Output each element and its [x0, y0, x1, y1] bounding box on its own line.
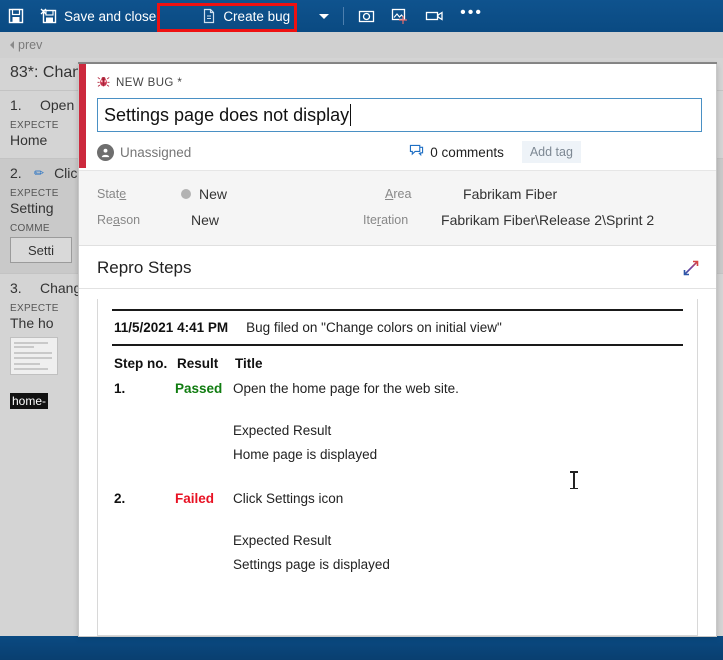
bug-header: NEW BUG * Settings page does not display… [79, 64, 716, 170]
column-title: Title [235, 356, 263, 371]
column-step-no: Step no. [114, 356, 168, 371]
repro-step-expected-label: Expected Result [233, 423, 332, 438]
bug-type-row: NEW BUG * [97, 74, 702, 92]
repro-step-number: 2. [114, 491, 126, 506]
iteration-value-label: Fabrikam Fiber\Release 2\Sprint 2 [441, 212, 655, 228]
pencil-icon: ✏ [34, 166, 45, 180]
repro-step-number: 1. [114, 381, 126, 396]
attachment-filename: home- [10, 393, 49, 409]
camera-icon [358, 8, 375, 24]
reason-value-label: New [191, 212, 220, 228]
breadcrumb[interactable]: prev [0, 32, 723, 58]
iteration-field-label: Iteration [363, 213, 409, 227]
create-bug-label: Create bug [223, 8, 291, 24]
field-row-reason-iteration: Reason New Iteration Fabrikam Fiber\Rele… [79, 207, 716, 233]
repro-step-content: Open the home page for the web site. Exp… [233, 381, 683, 471]
area-value-label: Fabrikam Fiber [463, 186, 558, 202]
toolbar-separator [343, 7, 345, 25]
more-options-button[interactable]: ••• [452, 0, 491, 32]
record-screen-button[interactable] [417, 0, 452, 32]
save-icon [8, 8, 24, 24]
area-field-value[interactable]: Fabrikam Fiber [463, 186, 557, 202]
repro-step-expected-value: Home page is displayed [233, 447, 378, 462]
state-field-value[interactable]: New [181, 186, 227, 202]
repro-step-content: Click Settings icon Expected Result Sett… [233, 491, 683, 581]
background-step-number: 2. [10, 165, 22, 181]
repro-step-expected-label: Expected Result [233, 533, 332, 548]
chevron-down-icon[interactable] [319, 13, 330, 19]
capture-screenshot-button[interactable] [350, 0, 383, 32]
create-bug-button[interactable]: Create bug [194, 0, 337, 32]
main-toolbar: Save and close Create bug ••• [0, 0, 723, 32]
background-step-number: 1. [10, 97, 22, 113]
bug-icon [97, 75, 110, 91]
assignee-label: Unassigned [120, 144, 192, 160]
repro-steps-header: Repro Steps [79, 246, 716, 289]
attachment-thumbnail [10, 337, 58, 375]
repro-step-action: Open the home page for the web site. [233, 381, 459, 396]
bug-title-input[interactable]: Settings page does not display [97, 98, 702, 132]
person-icon [97, 143, 114, 161]
reason-field-label: Reason [97, 213, 141, 227]
repro-step-action: Click Settings icon [233, 491, 344, 506]
bug-filed-date: 11/5/2021 4:41 PM [114, 320, 229, 335]
more-options-label: ••• [460, 4, 483, 21]
chevron-left-icon [10, 41, 14, 49]
repro-step-result: Passed [175, 381, 223, 396]
save-button[interactable] [0, 0, 32, 32]
prev-link-label: prev [18, 38, 43, 52]
background-step-number: 3. [10, 280, 22, 296]
steps-table-header: Step no. Result Title [112, 346, 683, 377]
video-camera-icon [425, 9, 444, 23]
bug-fields-section: State New Area Fabrikam Fiber Reason New… [79, 170, 716, 246]
comments-link[interactable]: 0 comments [409, 144, 504, 161]
state-value-label: New [199, 186, 228, 202]
repro-step-expected-value: Settings page is displayed [233, 557, 390, 572]
new-file-icon [202, 8, 216, 24]
area-field-label: Area [385, 187, 412, 201]
image-action-icon [391, 8, 409, 25]
bug-title-value: Settings page does not display [104, 104, 350, 125]
iteration-field-value[interactable]: Fabrikam Fiber\Release 2\Sprint 2 [441, 212, 654, 228]
repro-step-row: 2. Failed Click Settings icon Expected R… [112, 487, 683, 581]
add-tag-button[interactable]: Add tag [521, 141, 581, 163]
comment-icon [409, 144, 424, 161]
repro-step-row: 1. Passed Open the home page for the web… [112, 377, 683, 471]
repro-steps-title: Repro Steps [97, 258, 192, 277]
image-action-button[interactable] [383, 0, 417, 32]
status-bar [0, 636, 723, 660]
expand-diagonal-icon[interactable] [682, 259, 700, 277]
text-cursor [350, 104, 352, 126]
background-step-text: Open t [40, 97, 83, 113]
save-and-close-label: Save and close [64, 8, 157, 24]
repro-steps-card: 11/5/2021 4:41 PM Bug filed on "Change c… [97, 299, 698, 636]
bug-meta-row: Unassigned 0 comments Add tag [97, 134, 702, 170]
comments-count-label: 0 comments [430, 144, 504, 160]
save-and-close-button[interactable]: Save and close [32, 0, 164, 32]
column-result: Result [177, 356, 219, 371]
bug-type-label: NEW BUG * [116, 77, 183, 89]
background-step-text: Chang [40, 280, 82, 296]
new-bug-panel: NEW BUG * Settings page does not display… [78, 64, 717, 637]
assignee-field[interactable]: Unassigned [97, 143, 192, 161]
state-field-label: State [97, 187, 127, 201]
bug-filed-row: 11/5/2021 4:41 PM Bug filed on "Change c… [112, 311, 683, 344]
repro-steps-body: 11/5/2021 4:41 PM Bug filed on "Change c… [79, 289, 716, 636]
bug-filed-text: Bug filed on "Change colors on initial v… [246, 320, 502, 335]
reason-field-value[interactable]: New [191, 212, 219, 228]
state-dot-icon [181, 189, 191, 199]
save-and-close-icon [40, 8, 57, 24]
repro-step-result: Failed [175, 491, 215, 506]
field-row-state-area: State New Area Fabrikam Fiber [79, 181, 716, 207]
background-comment-chip: Setti [10, 237, 72, 263]
